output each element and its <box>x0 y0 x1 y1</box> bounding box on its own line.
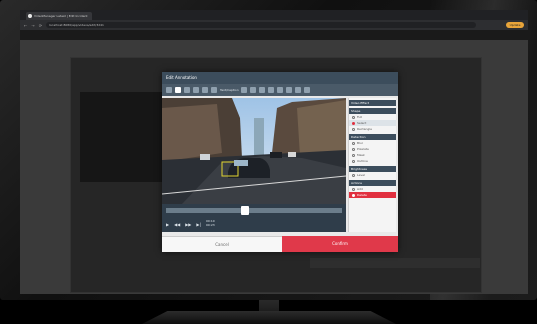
add-icon <box>352 187 355 191</box>
slider-icon <box>352 173 355 177</box>
play-icon[interactable]: ▶ <box>166 222 169 227</box>
forward-icon[interactable]: → <box>31 23 34 28</box>
text-icon[interactable] <box>193 87 199 93</box>
radio-icon <box>352 121 355 125</box>
skip-end-icon[interactable]: ▶| <box>196 222 200 227</box>
blur-icon[interactable] <box>259 87 265 93</box>
time-readout: 00:10 00:23 <box>206 219 215 227</box>
panel-title: Video Effect <box>349 100 396 106</box>
tab-title: VideoManager Latest | Edit Incident <box>34 14 88 18</box>
timeline-track <box>166 208 342 213</box>
background-video-thumbnail <box>80 92 170 182</box>
annotation-modal: Edit Annotation Text/Caption ▶ ◀◀ ▶▶ ▶| … <box>162 72 398 252</box>
back-icon[interactable]: ← <box>24 23 27 28</box>
radio-icon <box>352 127 355 131</box>
forward-icon[interactable]: ▶▶ <box>185 222 191 227</box>
video-frame[interactable] <box>162 98 346 204</box>
cancel-button[interactable]: Cancel <box>162 236 282 252</box>
video-effect-panel: Video Effect Shape Full Select Rectangle… <box>348 98 396 232</box>
crop-icon[interactable] <box>286 87 292 93</box>
box-icon[interactable] <box>250 87 256 93</box>
option-level[interactable]: Level <box>349 172 396 178</box>
timeline-handle[interactable] <box>241 206 250 215</box>
option-outline[interactable]: Outline <box>349 158 396 164</box>
pen-icon[interactable] <box>175 87 181 93</box>
background-table-row <box>310 258 480 268</box>
street-scene-image <box>162 98 346 204</box>
address-bar: ← → ⟳ localhost:8080/app/videos/edit/324… <box>20 20 528 30</box>
timeline-bar[interactable] <box>162 204 346 217</box>
monitor-screen: VideoManager Latest | Edit Incident ← → … <box>20 10 528 294</box>
browser-tab[interactable]: VideoManager Latest | Edit Incident <box>26 12 92 20</box>
update-button[interactable]: Update <box>506 22 524 28</box>
text-tool-label[interactable]: Text/Caption <box>220 87 239 93</box>
radio-icon <box>352 115 355 119</box>
settings-icon[interactable] <box>304 87 310 93</box>
modal-footer: Cancel Confirm <box>162 236 398 252</box>
radio-icon <box>352 147 355 151</box>
select-icon[interactable] <box>166 87 172 93</box>
browser-tab-bar: VideoManager Latest | Edit Incident <box>20 10 528 20</box>
refresh-icon[interactable]: ⟳ <box>39 23 42 28</box>
radio-icon <box>352 141 355 145</box>
delete-icon <box>352 193 355 197</box>
option-delete[interactable]: Delete <box>349 192 396 198</box>
confirm-button[interactable]: Confirm <box>282 236 398 252</box>
circle-icon[interactable] <box>211 87 217 93</box>
undo-icon[interactable] <box>268 87 274 93</box>
radio-icon <box>352 159 355 163</box>
url-field[interactable]: localhost:8080/app/videos/edit/3241 <box>46 22 476 28</box>
monitor-stand-base <box>142 311 396 324</box>
zoom-icon[interactable] <box>295 87 301 93</box>
rewind-icon[interactable]: ◀◀ <box>174 222 180 227</box>
radio-icon <box>352 153 355 157</box>
modal-title: Edit Annotation <box>162 72 398 84</box>
rectangle-icon[interactable] <box>241 87 247 93</box>
redo-icon[interactable] <box>277 87 283 93</box>
app-header <box>20 30 528 40</box>
arrow-icon[interactable] <box>184 87 190 93</box>
annotation-toolbar: Text/Caption <box>162 84 398 96</box>
player-controls: ▶ ◀◀ ▶▶ ▶| 00:10 00:23 <box>162 217 346 232</box>
option-rectangle[interactable]: Rectangle <box>349 126 396 132</box>
duration: 00:23 <box>206 223 215 227</box>
shape-icon[interactable] <box>202 87 208 93</box>
favicon-icon <box>28 14 32 18</box>
